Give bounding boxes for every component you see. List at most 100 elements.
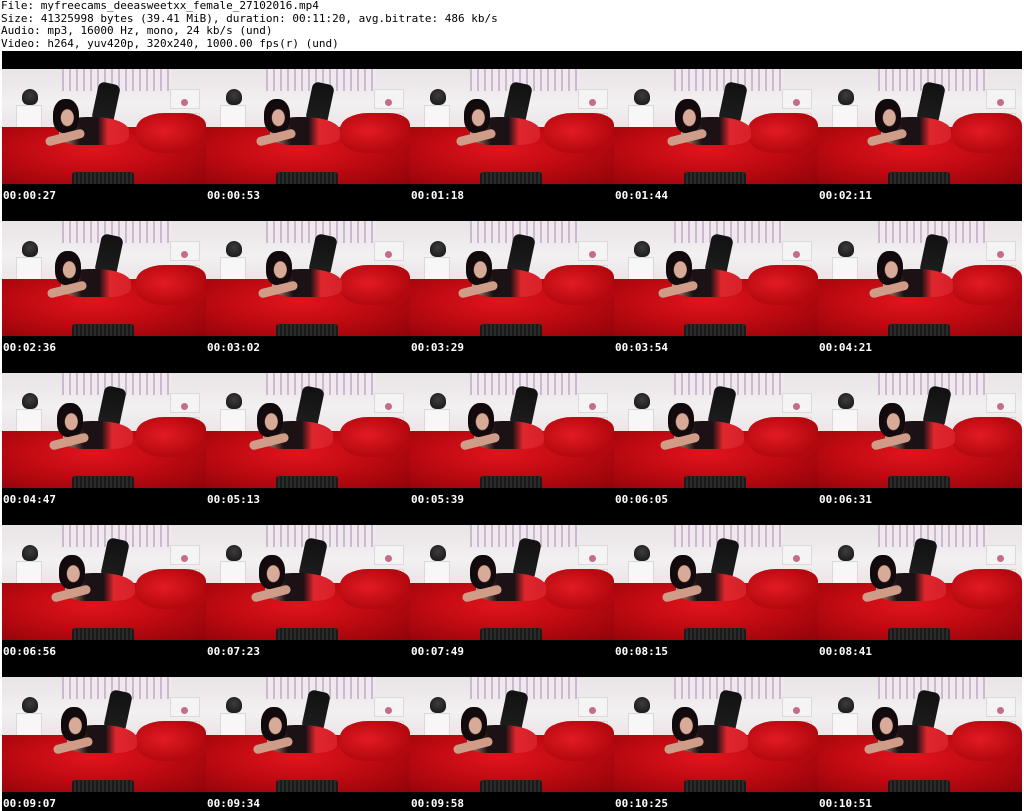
laptop-keyboard [72, 172, 134, 184]
red-pillow [340, 265, 410, 305]
plant-decoration [838, 393, 854, 409]
red-pillow [544, 417, 614, 457]
thumbnail-frame-image [818, 677, 1022, 792]
thumbnail-cell: 00:09:34 [206, 659, 410, 811]
red-pillow [136, 569, 206, 609]
flower-decoration [181, 403, 188, 410]
flower-decoration [997, 707, 1004, 714]
thumbnail-timestamp: 00:03:02 [207, 341, 260, 354]
thumbnail-cell: 00:02:36 [2, 203, 206, 355]
laptop-keyboard [480, 780, 542, 792]
thumbnail-frame-image [206, 525, 410, 640]
laptop-keyboard [72, 780, 134, 792]
thumbnail-timestamp: 00:05:39 [411, 493, 464, 506]
person-head [464, 99, 490, 133]
laptop-keyboard [888, 780, 950, 792]
plant-decoration [838, 697, 854, 713]
thumbnail-cell: 00:06:05 [614, 355, 818, 507]
plant-decoration [226, 89, 242, 105]
person-head [877, 251, 903, 285]
thumbnail-frame-image [2, 525, 206, 640]
file-name-line: File: myfreecams_deeasweetxx_female_2710… [1, 0, 319, 12]
person-head [875, 99, 901, 133]
flower-decoration [997, 99, 1004, 106]
plant-decoration [430, 241, 446, 257]
laptop-keyboard [888, 628, 950, 640]
plant-decoration [430, 545, 446, 561]
plant-decoration [226, 545, 242, 561]
thumbnail-frame-image [2, 373, 206, 488]
thumbnail-frame-image [614, 677, 818, 792]
thumbnail-timestamp: 00:05:13 [207, 493, 260, 506]
flower-decoration [589, 251, 596, 258]
laptop-keyboard [684, 172, 746, 184]
thumbnail-frame-image [614, 525, 818, 640]
thumbnail-timestamp: 00:09:34 [207, 797, 260, 810]
thumbnail-cell: 00:08:15 [614, 507, 818, 659]
person-head [261, 707, 287, 741]
person-head [470, 555, 496, 589]
red-pillow [544, 569, 614, 609]
thumbnail-cell: 00:04:21 [818, 203, 1022, 355]
plant-decoration [838, 545, 854, 561]
flower-decoration [385, 403, 392, 410]
flower-decoration [793, 707, 800, 714]
flower-decoration [181, 555, 188, 562]
plant-decoration [22, 697, 38, 713]
plant-decoration [430, 393, 446, 409]
laptop-keyboard [888, 172, 950, 184]
thumbnail-frame-image [818, 69, 1022, 184]
red-pillow [952, 417, 1022, 457]
person-head [257, 403, 283, 437]
thumbnail-timestamp: 00:06:56 [3, 645, 56, 658]
thumbnail-frame-image [614, 69, 818, 184]
thumbnail-cell: 00:03:29 [410, 203, 614, 355]
red-pillow [544, 113, 614, 153]
laptop-keyboard [276, 172, 338, 184]
person-head [61, 707, 87, 741]
thumbnail-timestamp: 00:00:27 [3, 189, 56, 202]
thumbnail-timestamp: 00:04:21 [819, 341, 872, 354]
thumbnail-frame-image [410, 69, 614, 184]
thumbnail-cell: 00:03:02 [206, 203, 410, 355]
thumbnail-frame-image [410, 221, 614, 336]
thumbnail-cell: 00:00:27 [2, 51, 206, 203]
thumbnail-frame-image [2, 221, 206, 336]
red-pillow [748, 113, 818, 153]
thumbnail-frame-image [818, 221, 1022, 336]
thumbnail-cell: 00:06:31 [818, 355, 1022, 507]
flower-decoration [589, 555, 596, 562]
thumbnail-cell: 00:07:23 [206, 507, 410, 659]
video-info-line: Video: h264, yuv420p, 320x240, 1000.00 f… [1, 36, 339, 50]
laptop-keyboard [480, 476, 542, 488]
plant-decoration [634, 241, 650, 257]
thumbnail-frame-image [2, 677, 206, 792]
flower-decoration [793, 251, 800, 258]
plant-decoration [634, 393, 650, 409]
plant-decoration [226, 393, 242, 409]
thumbnail-cell: 00:01:18 [410, 51, 614, 203]
person-head [675, 99, 701, 133]
plant-decoration [226, 697, 242, 713]
laptop-keyboard [480, 628, 542, 640]
thumbnail-timestamp: 00:07:23 [207, 645, 260, 658]
laptop-keyboard [72, 324, 134, 336]
flower-decoration [793, 403, 800, 410]
red-pillow [340, 569, 410, 609]
person-head [57, 403, 83, 437]
red-pillow [544, 265, 614, 305]
laptop-keyboard [684, 476, 746, 488]
person-head [466, 251, 492, 285]
thumbnail-cell: 00:09:58 [410, 659, 614, 811]
red-pillow [136, 113, 206, 153]
thumbnail-frame-image [818, 525, 1022, 640]
plant-decoration [22, 241, 38, 257]
person-head [872, 707, 898, 741]
video-info-header: File: myfreecams_deeasweetxx_female_2710… [0, 0, 1024, 50]
flower-decoration [589, 403, 596, 410]
thumbnail-cell: 00:10:51 [818, 659, 1022, 811]
red-pillow [136, 265, 206, 305]
person-head [259, 555, 285, 589]
red-pillow [136, 417, 206, 457]
red-pillow [748, 569, 818, 609]
